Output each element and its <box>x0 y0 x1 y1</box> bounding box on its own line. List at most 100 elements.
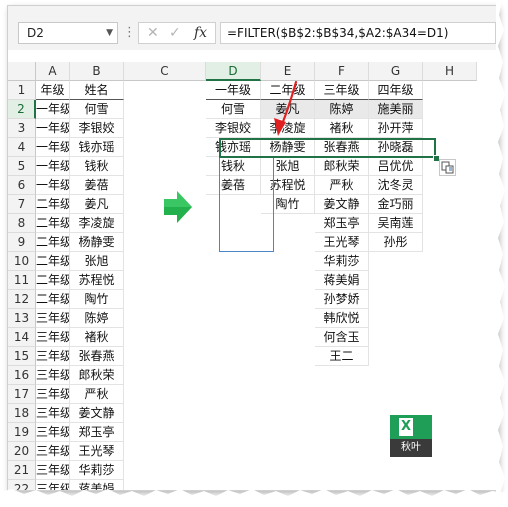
row-header-11[interactable]: 11 <box>8 271 36 290</box>
cell-b11[interactable]: 苏程悦 <box>70 271 124 290</box>
cell-b4[interactable]: 钱亦瑶 <box>70 138 124 157</box>
cell-a11[interactable]: 二年级 <box>36 271 70 290</box>
cell-g8[interactable]: 吴南莲 <box>369 214 423 233</box>
cell-f8[interactable]: 郑玉亭 <box>315 214 369 233</box>
check-icon[interactable]: ✓ <box>169 24 181 42</box>
cell-b10[interactable]: 张旭 <box>70 252 124 271</box>
row-header-2[interactable]: 2 <box>8 100 36 119</box>
col-header-a[interactable]: A <box>36 62 70 81</box>
row-header-10[interactable]: 10 <box>8 252 36 271</box>
cell-g4[interactable]: 孙晓磊 <box>369 138 423 157</box>
cell-f13[interactable]: 韩欣悦 <box>315 309 369 328</box>
row-header-15[interactable]: 15 <box>8 347 36 366</box>
cell-a13[interactable]: 三年级 <box>36 309 70 328</box>
row-header-12[interactable]: 12 <box>8 290 36 309</box>
row-header-6[interactable]: 6 <box>8 176 36 195</box>
row-header-13[interactable]: 13 <box>8 309 36 328</box>
cell-b5[interactable]: 钱秋 <box>70 157 124 176</box>
cell-b12[interactable]: 陶竹 <box>70 290 124 309</box>
cell-a20[interactable]: 三年级 <box>36 442 70 461</box>
cancel-icon[interactable]: ✕ <box>147 24 159 42</box>
row-header-18[interactable]: 18 <box>8 404 36 423</box>
cell-g5[interactable]: 吕优优 <box>369 157 423 176</box>
cell-b8[interactable]: 李凌旋 <box>70 214 124 233</box>
cell-d3[interactable]: 李银姣 <box>206 119 261 138</box>
cell-b7[interactable]: 姜凡 <box>70 195 124 214</box>
cell-d1[interactable]: 一年级 <box>206 81 261 100</box>
cell-b19[interactable]: 郑玉亭 <box>70 423 124 442</box>
row-header-3[interactable]: 3 <box>8 119 36 138</box>
cell-b18[interactable]: 姜文静 <box>70 404 124 423</box>
formula-input[interactable]: =FILTER($B$2:$B$34,$A2:$A34=D1) <box>220 22 496 44</box>
cell-f7[interactable]: 姜文静 <box>315 195 369 214</box>
cell-f1[interactable]: 三年级 <box>315 81 369 100</box>
row-header-17[interactable]: 17 <box>8 385 36 404</box>
cell-g1[interactable]: 四年级 <box>369 81 423 100</box>
cell-a3[interactable]: 一年级 <box>36 119 70 138</box>
cell-a5[interactable]: 一年级 <box>36 157 70 176</box>
cell-b6[interactable]: 姜蓓 <box>70 176 124 195</box>
cell-b13[interactable]: 陈婷 <box>70 309 124 328</box>
cell-a16[interactable]: 三年级 <box>36 366 70 385</box>
cell-a15[interactable]: 三年级 <box>36 347 70 366</box>
cell-g3[interactable]: 孙开萍 <box>369 119 423 138</box>
cell-a4[interactable]: 一年级 <box>36 138 70 157</box>
cell-f15[interactable]: 王二 <box>315 347 369 366</box>
row-header-7[interactable]: 7 <box>8 195 36 214</box>
cell-a19[interactable]: 三年级 <box>36 423 70 442</box>
cell-f6[interactable]: 严秋 <box>315 176 369 195</box>
cell-b9[interactable]: 杨静雯 <box>70 233 124 252</box>
cell-b3[interactable]: 李银姣 <box>70 119 124 138</box>
cell-a12[interactable]: 二年级 <box>36 290 70 309</box>
name-box[interactable]: D2 ▼ <box>18 22 118 44</box>
cell-e7[interactable]: 陶竹 <box>261 195 315 214</box>
cell-f10[interactable]: 华莉莎 <box>315 252 369 271</box>
cell-f3[interactable]: 褚秋 <box>315 119 369 138</box>
col-header-e[interactable]: E <box>261 62 315 81</box>
col-header-c[interactable]: C <box>124 62 206 81</box>
cell-a14[interactable]: 三年级 <box>36 328 70 347</box>
select-all-corner[interactable] <box>8 62 36 81</box>
cell-f12[interactable]: 孙梦娇 <box>315 290 369 309</box>
cell-d2[interactable]: 何雪 <box>206 100 261 119</box>
cell-b2[interactable]: 何雪 <box>70 100 124 119</box>
cell-a17[interactable]: 三年级 <box>36 385 70 404</box>
cell-b15[interactable]: 张春燕 <box>70 347 124 366</box>
cell-b21[interactable]: 华莉莎 <box>70 461 124 480</box>
col-header-h[interactable]: H <box>423 62 477 81</box>
cell-f9[interactable]: 王光琴 <box>315 233 369 252</box>
cell-b16[interactable]: 郎秋荣 <box>70 366 124 385</box>
insert-function-icon[interactable]: fx <box>194 23 207 43</box>
row-header-5[interactable]: 5 <box>8 157 36 176</box>
row-header-4[interactable]: 4 <box>8 138 36 157</box>
cell-d6[interactable]: 姜蓓 <box>206 176 261 195</box>
col-header-d[interactable]: D <box>206 62 261 81</box>
more-icon[interactable]: ⋮ <box>123 22 136 44</box>
row-header-20[interactable]: 20 <box>8 442 36 461</box>
cell-e5[interactable]: 张旭 <box>261 157 315 176</box>
cell-e6[interactable]: 苏程悦 <box>261 176 315 195</box>
cell-b20[interactable]: 王光琴 <box>70 442 124 461</box>
cell-a9[interactable]: 二年级 <box>36 233 70 252</box>
row-header-9[interactable]: 9 <box>8 233 36 252</box>
cell-f5[interactable]: 郎秋荣 <box>315 157 369 176</box>
col-header-f[interactable]: F <box>315 62 369 81</box>
col-header-g[interactable]: G <box>369 62 423 81</box>
cell-b14[interactable]: 褚秋 <box>70 328 124 347</box>
row-header-8[interactable]: 8 <box>8 214 36 233</box>
cell-a7[interactable]: 二年级 <box>36 195 70 214</box>
cell-b1[interactable]: 姓名 <box>70 81 124 100</box>
cell-g6[interactable]: 沈冬灵 <box>369 176 423 195</box>
paste-options-icon[interactable] <box>439 159 456 176</box>
cell-f2[interactable]: 陈婷 <box>315 100 369 119</box>
cell-d5[interactable]: 钱秋 <box>206 157 261 176</box>
cell-f11[interactable]: 蒋美娟 <box>315 271 369 290</box>
cell-a1[interactable]: 年级 <box>36 81 70 100</box>
cell-g7[interactable]: 金巧丽 <box>369 195 423 214</box>
cell-a8[interactable]: 二年级 <box>36 214 70 233</box>
cell-g9[interactable]: 孙彤 <box>369 233 423 252</box>
row-header-14[interactable]: 14 <box>8 328 36 347</box>
cell-f14[interactable]: 何含玉 <box>315 328 369 347</box>
col-header-b[interactable]: B <box>70 62 124 81</box>
chevron-down-icon[interactable]: ▼ <box>106 23 113 43</box>
